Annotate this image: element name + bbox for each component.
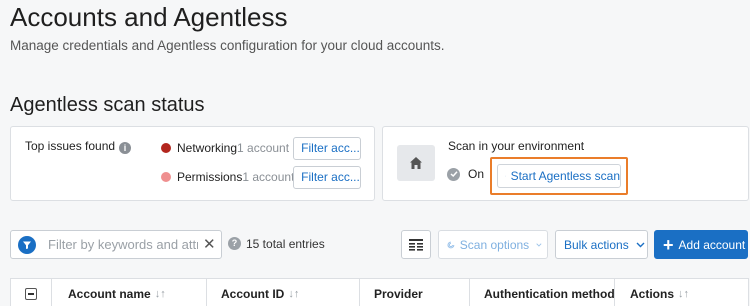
chevron-down-icon	[636, 242, 645, 247]
chevron-down-icon	[536, 242, 542, 247]
page-subtitle: Manage credentials and Agentless configu…	[10, 38, 445, 53]
select-all-checkbox[interactable]	[11, 279, 52, 306]
add-account-button[interactable]: + Add account	[654, 230, 748, 259]
sort-icon[interactable]: ↓↑	[155, 288, 166, 300]
column-header-authentication-method: Authentication method	[470, 279, 615, 306]
top-issues-card: Top issues found i Networking 1 account F…	[10, 126, 375, 201]
bulk-actions-label: Bulk actions	[564, 237, 629, 252]
column-header-account-id[interactable]: Account ID ↓↑	[207, 279, 360, 306]
search-placeholder: Filter by keywords and attr	[48, 237, 198, 252]
start-agentless-scan-button[interactable]: Start Agentless scan	[497, 164, 621, 188]
search-filter-input[interactable]: Filter by keywords and attr ✕	[10, 230, 222, 259]
filter-accounts-permissions-button[interactable]: Filter acc...	[293, 166, 361, 189]
minus-box-icon	[25, 288, 37, 300]
house-icon	[397, 145, 435, 181]
column-label: Account ID	[221, 287, 285, 301]
issue-networking: Networking 1 account	[161, 137, 289, 159]
filter-icon[interactable]	[18, 236, 36, 254]
issue-name: Networking	[177, 141, 238, 155]
column-label: Provider	[374, 287, 423, 301]
check-circle-icon	[447, 167, 460, 181]
clear-icon[interactable]: ✕	[203, 236, 216, 254]
info-icon[interactable]: i	[119, 142, 132, 154]
issue-name: Permissions	[177, 170, 243, 184]
scan-options-dropdown[interactable]: Scan options	[438, 230, 548, 259]
column-label: Actions	[630, 287, 675, 301]
accounts-table-header: Account name ↓↑ Account ID ↓↑ Provider Aut…	[10, 278, 749, 306]
issue-count: 1 account	[237, 141, 290, 155]
issue-count: 1 account	[242, 170, 295, 184]
filter-accounts-networking-button[interactable]: Filter acc...	[293, 137, 361, 160]
start-scan-highlight: Start Agentless scan	[490, 157, 628, 195]
column-header-provider: Provider	[360, 279, 470, 306]
scan-icon	[505, 175, 506, 177]
column-header-actions[interactable]: Actions ↓↑	[615, 279, 749, 306]
columns-icon	[409, 238, 423, 251]
scan-icon	[447, 241, 455, 248]
scan-status: On	[447, 167, 484, 181]
networking-dot-icon	[161, 143, 171, 153]
scan-status-text: On	[468, 167, 485, 181]
section-title: Agentless scan status	[10, 94, 205, 116]
total-entries: 15 total entries	[246, 237, 325, 251]
top-issues-heading: Top issues found i	[25, 139, 132, 154]
top-issues-label: Top issues found	[25, 139, 116, 153]
column-header-account-name[interactable]: Account name ↓↑	[52, 279, 207, 306]
scan-environment-card: Scan in your environment On Start Agentl…	[382, 126, 749, 201]
issue-permissions: Permissions 1 account	[161, 166, 294, 188]
scan-environment-label: Scan in your environment	[448, 139, 585, 153]
page-title: Accounts and Agentless	[10, 2, 288, 32]
help-icon[interactable]: ?	[228, 237, 241, 250]
scan-options-label: Scan options	[459, 237, 530, 252]
column-label: Authentication method	[484, 287, 615, 301]
start-scan-label: Start Agentless scan	[510, 169, 620, 183]
column-settings-button[interactable]	[401, 230, 431, 259]
column-label: Account name	[68, 287, 151, 301]
add-account-label: Add account	[678, 237, 746, 252]
bulk-actions-dropdown[interactable]: Bulk actions	[555, 230, 648, 259]
sort-icon[interactable]: ↓↑	[288, 288, 299, 300]
plus-icon: +	[663, 234, 674, 255]
sort-icon[interactable]: ↓↑	[678, 288, 689, 300]
permissions-dot-icon	[161, 172, 171, 182]
